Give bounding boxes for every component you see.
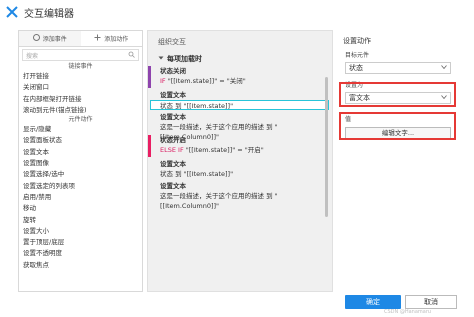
action-description[interactable]: 这是一段描述，关于这个应用的描述 到 "[[Item.Column0]]" xyxy=(148,191,332,210)
target-value: 状态 xyxy=(349,64,363,72)
dialog-footer: 确定 取消 CSDN @Hanamaru xyxy=(0,292,474,317)
collapse-icon[interactable] xyxy=(158,53,164,65)
case-color-bar xyxy=(148,135,151,157)
list-item[interactable]: 设置不透明度 xyxy=(19,248,142,259)
target-label: 目标元件 xyxy=(345,52,370,59)
list-item[interactable]: 设置选择/选中 xyxy=(19,169,142,180)
search-input[interactable]: 搜索 xyxy=(22,49,139,61)
list-item[interactable]: 设置面板状态 xyxy=(19,135,142,146)
highlight-box xyxy=(339,112,456,140)
tab-add-action[interactable]: 添加动作 xyxy=(80,31,142,46)
action-title[interactable]: 设置文本 xyxy=(148,159,332,169)
case-condition: IF "[[Item.state]]" = "关闭" xyxy=(160,76,332,86)
library-tabs: 添加事件 添加动作 xyxy=(19,31,142,47)
list-item[interactable]: 打开链接 xyxy=(19,71,142,82)
case-name: 状态关闭 xyxy=(160,67,186,75)
scrollbar[interactable] xyxy=(325,77,328,217)
list-item[interactable]: 启用/禁用 xyxy=(19,192,142,203)
list-item[interactable]: 置于顶层/底层 xyxy=(19,237,142,248)
tab-add-action-label: 添加动作 xyxy=(104,36,129,43)
list-item[interactable]: 设置选定的列表项 xyxy=(19,181,142,192)
list-item[interactable]: 旋转 xyxy=(19,215,142,226)
case-color-bar xyxy=(148,66,151,88)
cancel-button[interactable]: 取消 xyxy=(405,295,457,309)
search-icon xyxy=(128,51,135,60)
action-description[interactable]: 状态 到 "[[Item.state]]" xyxy=(148,169,332,179)
event-icon xyxy=(32,34,40,43)
action-title[interactable]: 设置文本 xyxy=(148,90,332,100)
panel-title: 设置动作 xyxy=(343,37,371,45)
action-library-panel: 添加事件 添加动作 搜索 链接事件 打开链接 关闭窗口 在内部框架打开链接 滚动到元件… xyxy=(18,30,143,292)
group-link-events: 链接事件 xyxy=(68,63,93,70)
action-description-selected[interactable]: 状态 到 "[[Item.state]]" xyxy=(150,100,329,110)
panel-title: 组织交互 xyxy=(158,38,186,46)
case-name: 状态开启 xyxy=(160,136,186,144)
chevron-down-icon xyxy=(441,63,447,73)
case-condition: ELSE IF "[[Item.state]]" = "开启" xyxy=(160,145,332,155)
list-item[interactable]: 设置图像 xyxy=(19,158,142,169)
event-name: 每项加载时 xyxy=(167,55,202,63)
case-block[interactable]: 状态关闭 IF "[[Item.state]]" = "关闭" 设置文本 状态 … xyxy=(148,66,332,141)
condition-text: "[[Item.state]]" = "开启" xyxy=(185,146,264,154)
highlight-box xyxy=(339,82,456,107)
list-item[interactable]: 在内部框架打开链接 xyxy=(19,94,142,105)
list-item[interactable]: 显示/隐藏 xyxy=(19,124,142,135)
organize-interactions-panel: 组织交互 每项加载时 状态关闭 IF "[[Item.state]]" = "关… xyxy=(147,30,333,292)
tab-add-event-label: 添加事件 xyxy=(42,36,67,43)
action-title[interactable]: 设置文本 xyxy=(148,112,332,122)
ok-button[interactable]: 确定 xyxy=(345,295,401,309)
tab-add-event[interactable]: 添加事件 xyxy=(19,31,81,46)
search-placeholder: 搜索 xyxy=(26,52,39,60)
list-item[interactable]: 设置大小 xyxy=(19,226,142,237)
title-bar: 交互编辑器 xyxy=(0,0,474,24)
list-item[interactable]: 关闭窗口 xyxy=(19,82,142,93)
target-select[interactable]: 状态 xyxy=(345,62,451,74)
watermark: CSDN @Hanamaru xyxy=(384,309,432,315)
action-title[interactable]: 设置文本 xyxy=(148,181,332,191)
action-icon xyxy=(94,34,101,43)
set-action-panel: 设置动作 目标元件 状态 设置为 富文本 值 编辑文字... xyxy=(337,30,459,292)
condition-keyword: IF xyxy=(160,77,166,85)
action-description[interactable]: 这是一段描述，关于这个应用的描述 到 "[[Item.Column0]]" xyxy=(148,122,332,141)
window-title: 交互编辑器 xyxy=(24,8,74,20)
list-item[interactable]: 获取焦点 xyxy=(19,260,142,271)
list-item[interactable]: 滚动到元件(锚点链接) xyxy=(19,105,142,116)
list-item[interactable]: 移动 xyxy=(19,203,142,214)
list-item[interactable]: 设置文本 xyxy=(19,147,142,158)
condition-text: "[[Item.state]]" = "关闭" xyxy=(167,77,246,85)
group-element-actions: 元件动作 xyxy=(68,116,93,124)
condition-keyword: ELSE IF xyxy=(160,146,184,154)
event-header[interactable]: 每项加载时 xyxy=(148,53,332,65)
app-logo-icon xyxy=(6,6,18,18)
case-block[interactable]: 状态开启 ELSE IF "[[Item.state]]" = "开启" 设置文… xyxy=(148,135,332,210)
